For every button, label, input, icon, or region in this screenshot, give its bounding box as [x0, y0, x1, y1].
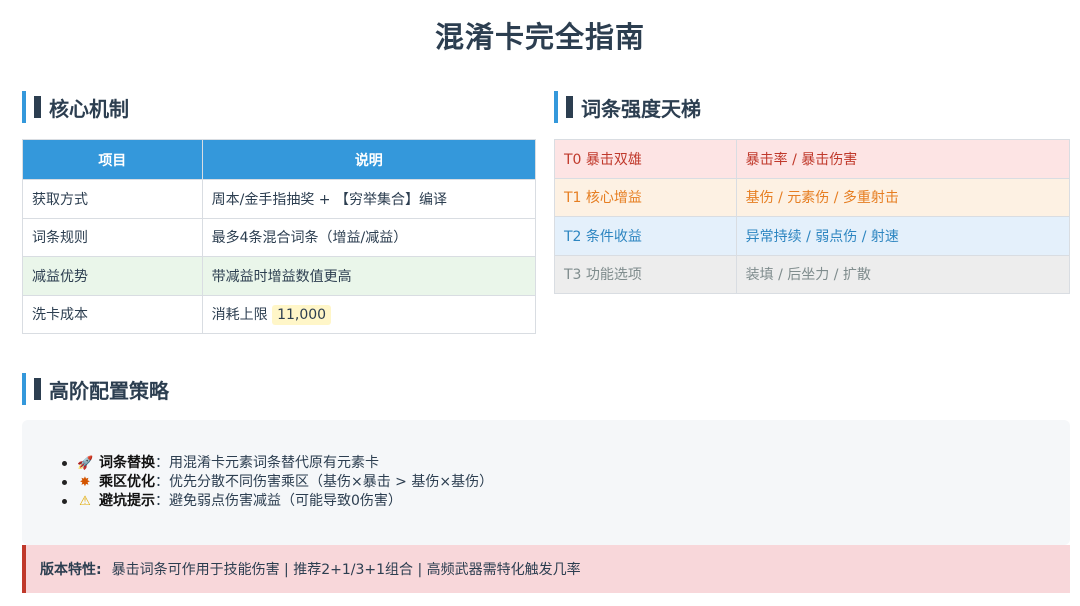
- warning-icon: ⚠: [79, 494, 91, 509]
- version-note: 版本特性: 暴击词条可作用于技能伤害 | 推荐2+1/3+1组合 | 高频武器需…: [22, 545, 1070, 593]
- list-item: ✸ 乘区优化 ：优先分散不同伤害乘区（基伤×暴击 > 基伤×基伤）: [62, 473, 493, 492]
- bullet-icon: [62, 499, 67, 504]
- tier-label: T0 暴击双雄: [554, 139, 737, 179]
- column-header-item: 项目: [22, 139, 203, 180]
- strategy-item-text: ：用混淆卡元素词条替代原有元素卡: [155, 455, 379, 471]
- list-item: ⚠ 避坑提示 ：避免弱点伤害减益（可能导致0伤害）: [62, 492, 493, 511]
- cost-label: 消耗上限: [211, 306, 268, 323]
- version-label: 版本特性:: [40, 562, 102, 578]
- bullet-icon: [62, 480, 67, 485]
- rocket-icon: 🚀: [77, 456, 94, 471]
- strategy-item-title: 乘区优化: [99, 474, 155, 490]
- mechanics-table: 项目 说明 获取方式 周本/金手指抽奖 + 【穷举集合】编译 词条规则 最多4条…: [22, 139, 537, 334]
- table-cell-desc: 消耗上限 11,000: [201, 294, 537, 334]
- tier-label: T2 条件收益: [554, 216, 737, 256]
- tier-row: T1 核心增益 基伤 / 元素伤 / 多重射击: [554, 177, 1071, 217]
- tier-row: T3 功能选项 装填 / 后坐力 / 扩散: [554, 254, 1071, 294]
- table-header-row: 项目 说明: [22, 139, 537, 180]
- heading-bar-icon: [34, 378, 41, 400]
- section-heading-label: 高阶配置策略: [49, 378, 169, 403]
- table-row: 词条规则 最多4条混合词条（增益/减益）: [22, 217, 537, 257]
- section-heading-mechanics: 核心机制: [22, 91, 129, 123]
- tier-row: T2 条件收益 异常持续 / 弱点伤 / 射速: [554, 216, 1071, 256]
- section-heading-label: 核心机制: [49, 96, 129, 121]
- table-cell-item: 词条规则: [22, 217, 203, 257]
- column-header-desc: 说明: [201, 139, 537, 180]
- table-cell-item: 减益优势: [22, 256, 203, 296]
- strategy-item-title: 避坑提示: [99, 493, 155, 509]
- page-title: 混淆卡完全指南: [434, 20, 645, 54]
- table-row: 减益优势 带减益时增益数值更高: [22, 256, 537, 296]
- section-heading-label: 词条强度天梯: [581, 96, 701, 121]
- strategy-list: 🚀 词条替换 ：用混淆卡元素词条替代原有元素卡 ✸ 乘区优化 ：优先分散不同伤害…: [62, 454, 493, 511]
- list-item: 🚀 词条替换 ：用混淆卡元素词条替代原有元素卡: [62, 454, 493, 473]
- table-row: 洗卡成本 消耗上限 11,000: [22, 294, 537, 334]
- strategy-item-text: ：优先分散不同伤害乘区（基伤×暴击 > 基伤×基伤）: [155, 474, 494, 490]
- table-row: 获取方式 周本/金手指抽奖 + 【穷举集合】编译: [22, 179, 537, 219]
- collision-icon: ✸: [79, 475, 91, 490]
- strategy-item-text: ：避免弱点伤害减益（可能导致0伤害）: [155, 493, 402, 509]
- tier-stats: 装填 / 后坐力 / 扩散: [735, 254, 1071, 294]
- table-cell-desc: 最多4条混合词条（增益/减益）: [201, 217, 537, 257]
- bullet-icon: [62, 461, 67, 466]
- table-cell-item: 洗卡成本: [22, 294, 203, 334]
- tier-stats: 基伤 / 元素伤 / 多重射击: [735, 177, 1071, 217]
- tier-table: T0 暴击双雄 暴击率 / 暴击伤害 T1 核心增益 基伤 / 元素伤 / 多重…: [554, 139, 1071, 294]
- tier-label: T1 核心增益: [554, 177, 737, 217]
- tier-stats: 暴击率 / 暴击伤害: [735, 139, 1071, 179]
- table-cell-desc: 周本/金手指抽奖 + 【穷举集合】编译: [201, 179, 537, 219]
- strategy-item-title: 词条替换: [99, 455, 155, 471]
- cost-value-badge: 11,000: [272, 304, 332, 325]
- tier-row: T0 暴击双雄 暴击率 / 暴击伤害: [554, 139, 1071, 179]
- section-heading-tiers: 词条强度天梯: [554, 91, 701, 123]
- heading-bar-icon: [34, 96, 41, 118]
- heading-bar-icon: [566, 96, 573, 118]
- tier-label: T3 功能选项: [554, 254, 737, 294]
- strategy-box: 🚀 词条替换 ：用混淆卡元素词条替代原有元素卡 ✸ 乘区优化 ：优先分散不同伤害…: [22, 420, 1070, 545]
- table-cell-item: 获取方式: [22, 179, 203, 219]
- tier-stats: 异常持续 / 弱点伤 / 射速: [735, 216, 1071, 256]
- table-cell-desc: 带减益时增益数值更高: [201, 256, 537, 296]
- version-text: 暴击词条可作用于技能伤害 | 推荐2+1/3+1组合 | 高频武器需特化触发几率: [111, 562, 581, 578]
- section-heading-strategy: 高阶配置策略: [22, 373, 169, 405]
